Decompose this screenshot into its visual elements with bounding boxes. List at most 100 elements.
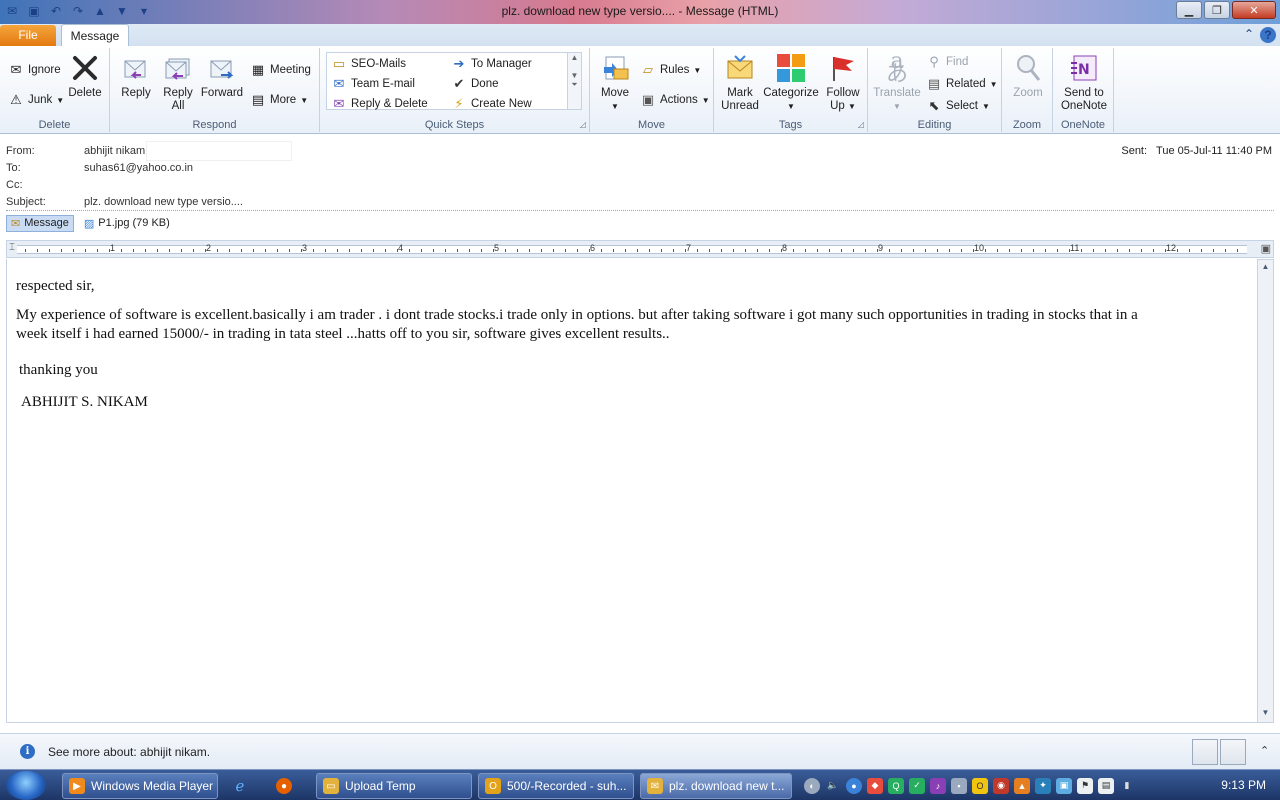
tray-icon[interactable]: ✓	[909, 777, 925, 794]
taskbar-item-firefox[interactable]: ●	[270, 773, 304, 799]
mark-unread-button[interactable]: Mark Unread	[718, 52, 762, 113]
scroll-up-icon[interactable]: ▲	[1260, 262, 1271, 274]
see-more-about[interactable]: See more about: abhijit nikam.	[48, 745, 210, 759]
taskbar-item-media-player[interactable]: ▶ Windows Media Player	[62, 773, 218, 799]
ruler-number: 11	[1070, 243, 1080, 253]
ruler-tick	[973, 249, 974, 252]
scroll-down-icon[interactable]: ▼	[1260, 708, 1271, 720]
ruler-track[interactable]: 1 2 3 4 5 6 7 8 9 10 11 12	[17, 243, 1247, 254]
image-attachment[interactable]: ▨ P1.jpg (79 KB)	[80, 216, 174, 231]
ruler-tick	[553, 249, 554, 252]
network-icon[interactable]: ▮	[1119, 778, 1135, 794]
tray-icon[interactable]: ♪	[930, 777, 946, 794]
vertical-scrollbar[interactable]: ▲ ▼	[1257, 259, 1274, 723]
clock[interactable]: 9:13 PM	[1221, 778, 1266, 792]
actions-button[interactable]: ▣ Actions ▼	[640, 92, 710, 108]
move-button[interactable]: Move ▼	[596, 52, 634, 113]
forward-button[interactable]: Forward	[200, 52, 244, 100]
ruler-tick	[445, 249, 446, 252]
taskbar-item-ie[interactable]: ℯ	[226, 773, 260, 799]
tray-icon[interactable]: ⚑	[1077, 777, 1093, 794]
restore-button[interactable]: ❐	[1204, 1, 1230, 19]
volume-icon[interactable]: 🔈	[825, 778, 841, 794]
find-button[interactable]: ⚲ Find	[926, 54, 968, 70]
sent-field: Sent: Tue 05-Jul-11 11:40 PM	[1121, 145, 1272, 157]
ignore-button[interactable]: ✉ Ignore	[8, 62, 61, 78]
quick-step-team-email[interactable]: ✉ Team E-mail	[331, 76, 415, 92]
subject-value: plz. download new type versio....	[84, 196, 243, 208]
tray-icon[interactable]: ✦	[1035, 777, 1051, 794]
avatar[interactable]	[1192, 739, 1218, 765]
quick-step-seo-mails[interactable]: ▭ SEO-Mails	[331, 56, 406, 72]
quick-step-create-new[interactable]: ⚡ Create New	[451, 96, 531, 112]
tab-stop-icon[interactable]: ⌶	[9, 242, 15, 253]
start-button[interactable]	[6, 771, 46, 800]
group-quick-steps: ▭ SEO-Mails ➔ To Manager ✉ Team E-mail ✔…	[320, 48, 590, 132]
dialog-launcher-icon[interactable]: ◿	[580, 120, 586, 129]
tab-file[interactable]: File	[0, 25, 56, 46]
delete-button[interactable]: Delete	[66, 52, 104, 100]
tray-icon[interactable]: ▲	[1014, 777, 1030, 794]
meeting-button[interactable]: ▦ Meeting	[250, 62, 311, 78]
reply-all-button[interactable]: Reply All	[160, 52, 196, 113]
ruler-tick	[73, 249, 74, 252]
taskbar-item-current-message[interactable]: ✉ plz. download new t...	[640, 773, 792, 799]
send-to-onenote-button[interactable]: N Send to OneNote	[1057, 52, 1111, 113]
dialog-launcher-icon[interactable]: ◿	[858, 120, 864, 129]
tray-icon[interactable]: ◉	[993, 777, 1009, 794]
help-icon[interactable]: ?	[1260, 27, 1276, 43]
ruler-tick	[793, 249, 794, 252]
message-attachment-tab[interactable]: ✉ Message	[6, 214, 74, 232]
reply-button[interactable]: Reply	[118, 52, 154, 100]
translate-button[interactable]: aあ Translate ▼	[873, 51, 921, 113]
zoom-button[interactable]: Zoom	[1008, 52, 1048, 100]
close-button[interactable]: ✕	[1232, 1, 1276, 19]
quick-steps-scroll[interactable]: ▲ ▼ ⏷	[567, 53, 581, 109]
tray-icon[interactable]: O	[972, 777, 988, 794]
tray-icon[interactable]: Q	[888, 777, 904, 794]
message-body[interactable]: respected sir, My experience of software…	[6, 259, 1257, 723]
ruler-tick	[133, 249, 134, 252]
chevron-down-icon: ▼	[981, 101, 990, 111]
tray-icon[interactable]: ◐	[804, 777, 820, 794]
related-button[interactable]: ▤ Related ▼	[926, 76, 998, 92]
forward-icon	[206, 52, 238, 84]
ruler-number: 8	[782, 243, 788, 253]
avatar[interactable]	[1220, 739, 1246, 765]
rules-button[interactable]: ▱ Rules ▼	[640, 62, 701, 78]
quick-step-reply-delete[interactable]: ✉ Reply & Delete	[331, 96, 428, 112]
magnifier-icon	[1012, 52, 1044, 84]
tray-icon[interactable]: ◆	[867, 777, 883, 794]
tray-icon[interactable]: ▤	[1098, 777, 1114, 794]
tray-icon[interactable]: ▪	[951, 777, 967, 794]
ruler-tick	[853, 249, 854, 252]
taskbar-item-upload-temp[interactable]: ▭ Upload Temp	[316, 773, 472, 799]
info-icon: i	[20, 744, 35, 759]
group-label-onenote: OneNote	[1060, 119, 1106, 131]
ruler-tick	[481, 249, 482, 252]
quick-step-done[interactable]: ✔ Done	[451, 76, 499, 92]
tab-message[interactable]: Message	[61, 24, 129, 47]
categorize-button[interactable]: Categorize ▼	[762, 52, 820, 113]
tray-icon[interactable]: ●	[846, 777, 862, 794]
tray-icon[interactable]: ▣	[1056, 777, 1072, 794]
select-button[interactable]: ⬉ Select ▼	[926, 98, 990, 114]
quick-step-to-manager[interactable]: ➔ To Manager	[451, 56, 532, 72]
minimize-ribbon-icon[interactable]: ⌃	[1244, 27, 1254, 43]
junk-icon: ⚠	[10, 92, 22, 107]
expand-people-pane-icon[interactable]: ⌃	[1260, 744, 1269, 757]
view-ruler-icon[interactable]: ▣	[1261, 242, 1271, 255]
ruler-tick	[685, 249, 686, 252]
follow-up-button[interactable]: Follow Up ▼	[822, 52, 864, 113]
ruler-tick	[301, 249, 302, 252]
ruler-tick	[721, 249, 722, 252]
from-value[interactable]: abhijit nikam	[84, 145, 145, 157]
ruler-tick	[145, 249, 146, 252]
to-value[interactable]: suhas61@yahoo.co.in	[84, 162, 193, 174]
more-button[interactable]: ▤ More ▼	[250, 92, 308, 108]
svg-text:N: N	[1078, 62, 1090, 78]
taskbar-item-outlook-recorded[interactable]: O 500/-Recorded - suh...	[478, 773, 634, 799]
ruler-number: 5	[494, 243, 500, 253]
minimize-button[interactable]: ▁	[1176, 1, 1202, 19]
junk-button[interactable]: ⚠ Junk ▼	[8, 92, 64, 108]
